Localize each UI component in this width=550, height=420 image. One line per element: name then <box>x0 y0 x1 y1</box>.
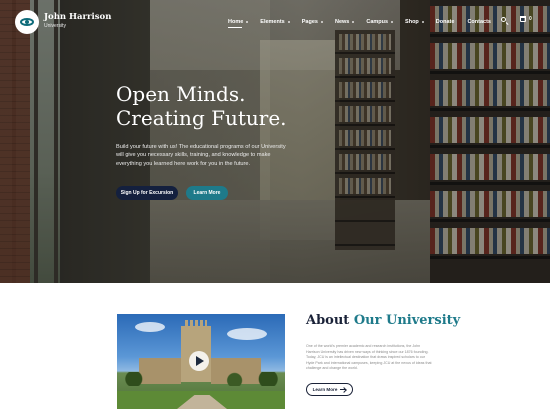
nav-item-label: Donate <box>435 19 455 25</box>
chevron-down-icon <box>287 21 290 23</box>
nav-item-label: Elements <box>260 19 285 25</box>
hero-learn-more-button[interactable]: Learn More <box>186 186 228 200</box>
cart-icon <box>520 16 526 22</box>
about-title-plain: About <box>306 313 350 328</box>
about-text: One of the world's premier academic and … <box>306 344 432 371</box>
nav-item-label: Pages <box>301 19 318 25</box>
hero-description: Build your future with us! The education… <box>116 144 286 167</box>
chevron-down-icon <box>391 21 394 23</box>
chevron-down-icon <box>320 21 323 23</box>
nav-item-shop[interactable]: Shop <box>405 19 424 25</box>
sign-up-excursion-button[interactable]: Sign Up for Excursion <box>116 186 178 200</box>
chevron-down-icon <box>421 21 424 23</box>
hero-title: Open Minds. Creating Future. <box>116 82 316 130</box>
nav-item-pages[interactable]: Pages <box>302 19 323 25</box>
hero-title-line-1: Open Minds. <box>116 82 246 106</box>
cart-count: 0 <box>529 16 532 22</box>
chevron-down-icon <box>352 21 355 23</box>
about-learn-more-label: Learn More <box>312 387 338 392</box>
nav-item-elements[interactable]: Elements <box>260 19 290 25</box>
arrow-right-icon <box>340 389 347 390</box>
nav-item-home[interactable]: Home <box>228 19 249 28</box>
nav-item-label: Contacts <box>467 19 491 25</box>
hero-title-line-2: Creating Future. <box>116 106 287 130</box>
logo-title[interactable]: John Harrison <box>44 12 111 22</box>
about-title-accent: Our University <box>353 313 461 328</box>
nav-item-label: Home <box>228 19 244 25</box>
nav-item-news[interactable]: News <box>334 19 355 25</box>
site-header: John Harrison University Home Elements P… <box>0 0 550 44</box>
about-learn-more-button[interactable]: Learn More <box>306 383 353 396</box>
about-title: About Our University <box>306 313 460 328</box>
logo-subtitle: University <box>44 23 66 29</box>
nav-item-label: Shop <box>405 19 419 25</box>
nav-item-donate[interactable]: Donate <box>436 19 455 25</box>
nav-item-label: News <box>334 19 350 25</box>
chevron-down-icon <box>246 21 249 23</box>
main-nav: Home Elements Pages News Campus Shop Don… <box>228 17 491 28</box>
nav-item-campus[interactable]: Campus <box>366 19 394 25</box>
search-icon[interactable] <box>501 17 509 25</box>
cart-button[interactable]: 0 <box>520 16 532 22</box>
nav-item-contacts[interactable]: Contacts <box>467 19 491 25</box>
eye-logo-icon[interactable] <box>15 10 39 34</box>
play-icon[interactable] <box>189 351 209 371</box>
nav-item-label: Campus <box>366 19 389 25</box>
